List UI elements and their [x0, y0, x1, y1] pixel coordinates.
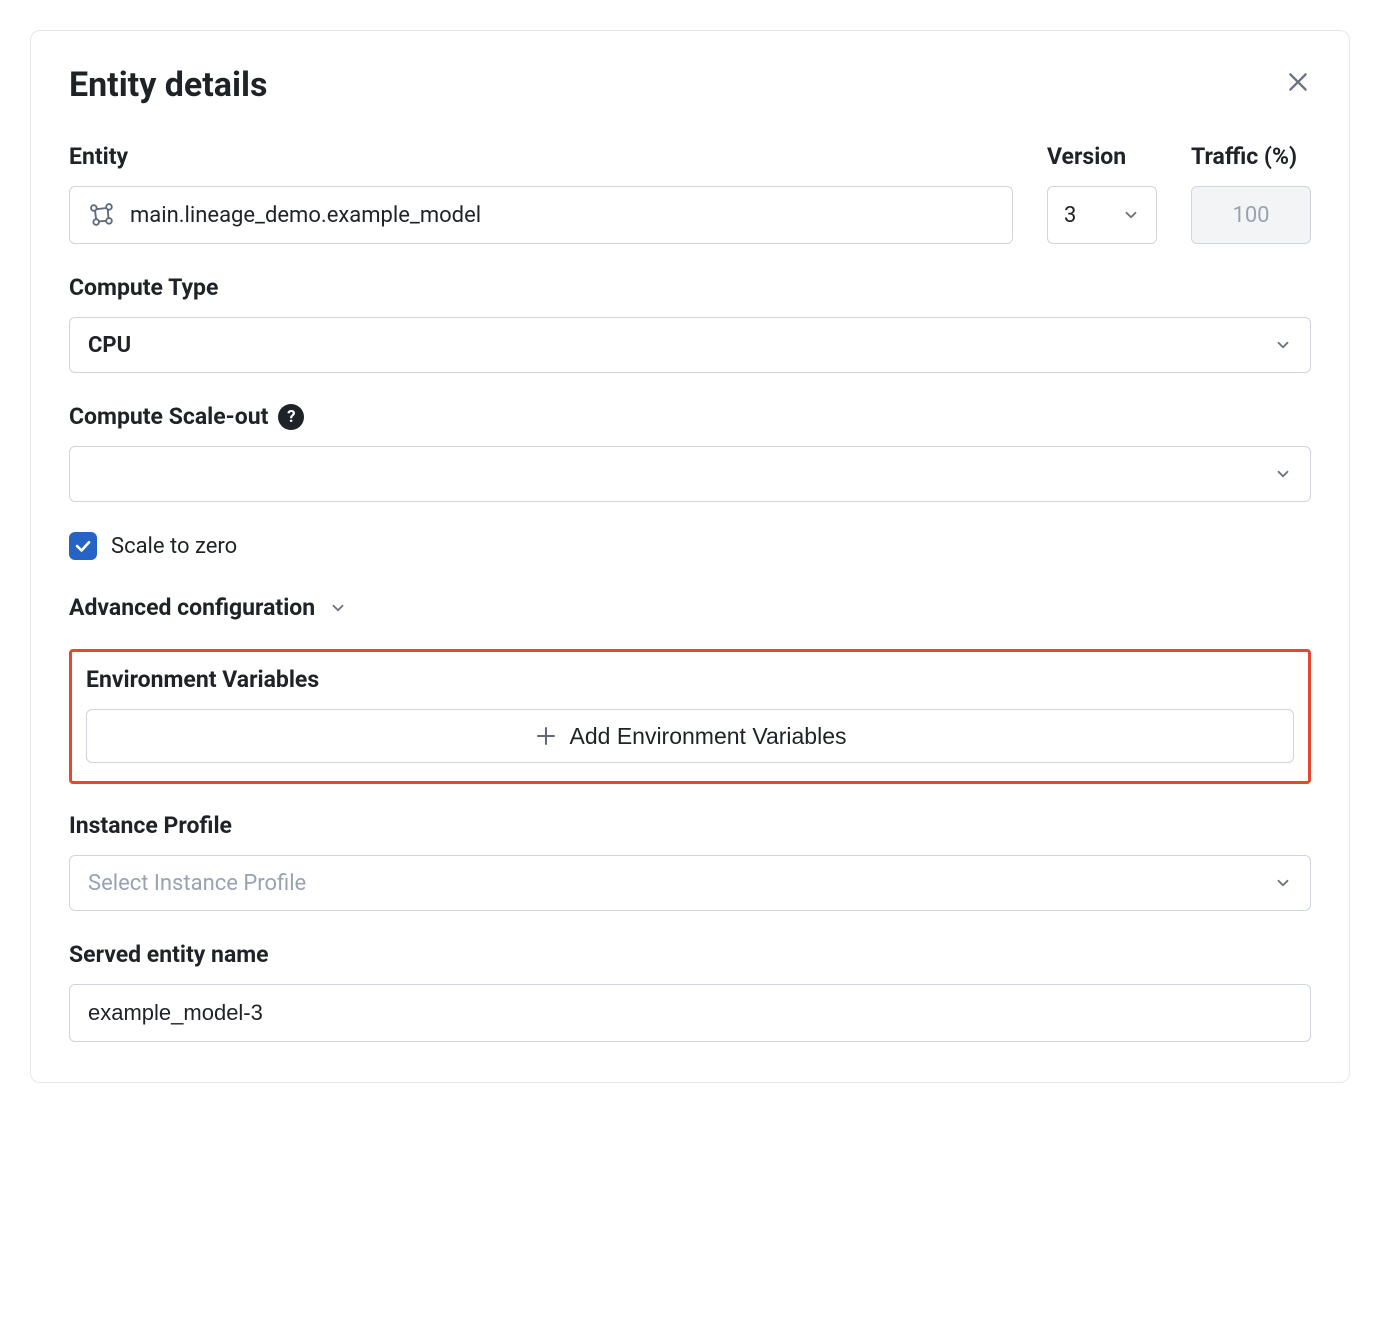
advanced-config-label: Advanced configuration	[69, 594, 315, 621]
panel-title: Entity details	[69, 65, 267, 105]
top-row: Entity main.lineage_demo.example_model V…	[69, 143, 1311, 244]
version-field: Version 3	[1047, 143, 1157, 244]
chevron-down-icon	[1274, 336, 1292, 354]
entity-label: Entity	[69, 143, 1013, 170]
compute-type-select[interactable]: CPU	[69, 317, 1311, 373]
traffic-value: 100	[1232, 203, 1269, 228]
chevron-down-icon	[329, 599, 347, 617]
help-icon[interactable]: ?	[278, 404, 304, 430]
plus-icon	[534, 724, 558, 748]
version-label: Version	[1047, 143, 1157, 170]
compute-type-field: Compute Type CPU	[69, 274, 1311, 373]
instance-profile-select[interactable]: Select Instance Profile	[69, 855, 1311, 911]
traffic-input: 100	[1191, 186, 1311, 244]
served-name-field: Served entity name	[69, 941, 1311, 1042]
panel-header: Entity details	[69, 65, 1311, 105]
entity-input[interactable]: main.lineage_demo.example_model	[69, 186, 1013, 244]
version-value: 3	[1064, 203, 1076, 228]
chevron-down-icon	[1122, 206, 1140, 224]
check-icon	[74, 537, 92, 555]
traffic-field: Traffic (%) 100	[1191, 143, 1311, 244]
instance-profile-field: Instance Profile Select Instance Profile	[69, 812, 1311, 911]
entity-details-panel: Entity details Entity main.lineage_demo.…	[30, 30, 1350, 1083]
close-icon	[1285, 69, 1311, 95]
served-name-input[interactable]	[69, 984, 1311, 1042]
compute-type-label: Compute Type	[69, 274, 1311, 301]
version-select[interactable]: 3	[1047, 186, 1157, 244]
instance-profile-label: Instance Profile	[69, 812, 1311, 839]
compute-scaleout-field: Compute Scale-out ?	[69, 403, 1311, 502]
chevron-down-icon	[1274, 465, 1292, 483]
add-env-vars-label: Add Environment Variables	[570, 723, 847, 750]
entity-value: main.lineage_demo.example_model	[130, 203, 481, 228]
model-icon	[88, 201, 116, 229]
served-name-label: Served entity name	[69, 941, 1311, 968]
env-vars-highlight: Environment Variables Add Environment Va…	[69, 649, 1311, 784]
close-button[interactable]	[1285, 69, 1311, 101]
env-vars-label: Environment Variables	[86, 666, 1294, 693]
compute-type-value: CPU	[88, 333, 131, 358]
entity-field: Entity main.lineage_demo.example_model	[69, 143, 1013, 244]
chevron-down-icon	[1274, 874, 1292, 892]
advanced-config-toggle[interactable]: Advanced configuration	[69, 594, 1311, 621]
instance-profile-placeholder: Select Instance Profile	[88, 871, 306, 896]
traffic-label: Traffic (%)	[1191, 143, 1311, 170]
add-env-vars-button[interactable]: Add Environment Variables	[86, 709, 1294, 763]
compute-scaleout-label: Compute Scale-out	[69, 403, 268, 430]
scale-to-zero-checkbox[interactable]	[69, 532, 97, 560]
compute-scaleout-select[interactable]	[69, 446, 1311, 502]
scale-to-zero-label: Scale to zero	[111, 534, 237, 559]
scale-to-zero-row: Scale to zero	[69, 532, 1311, 560]
